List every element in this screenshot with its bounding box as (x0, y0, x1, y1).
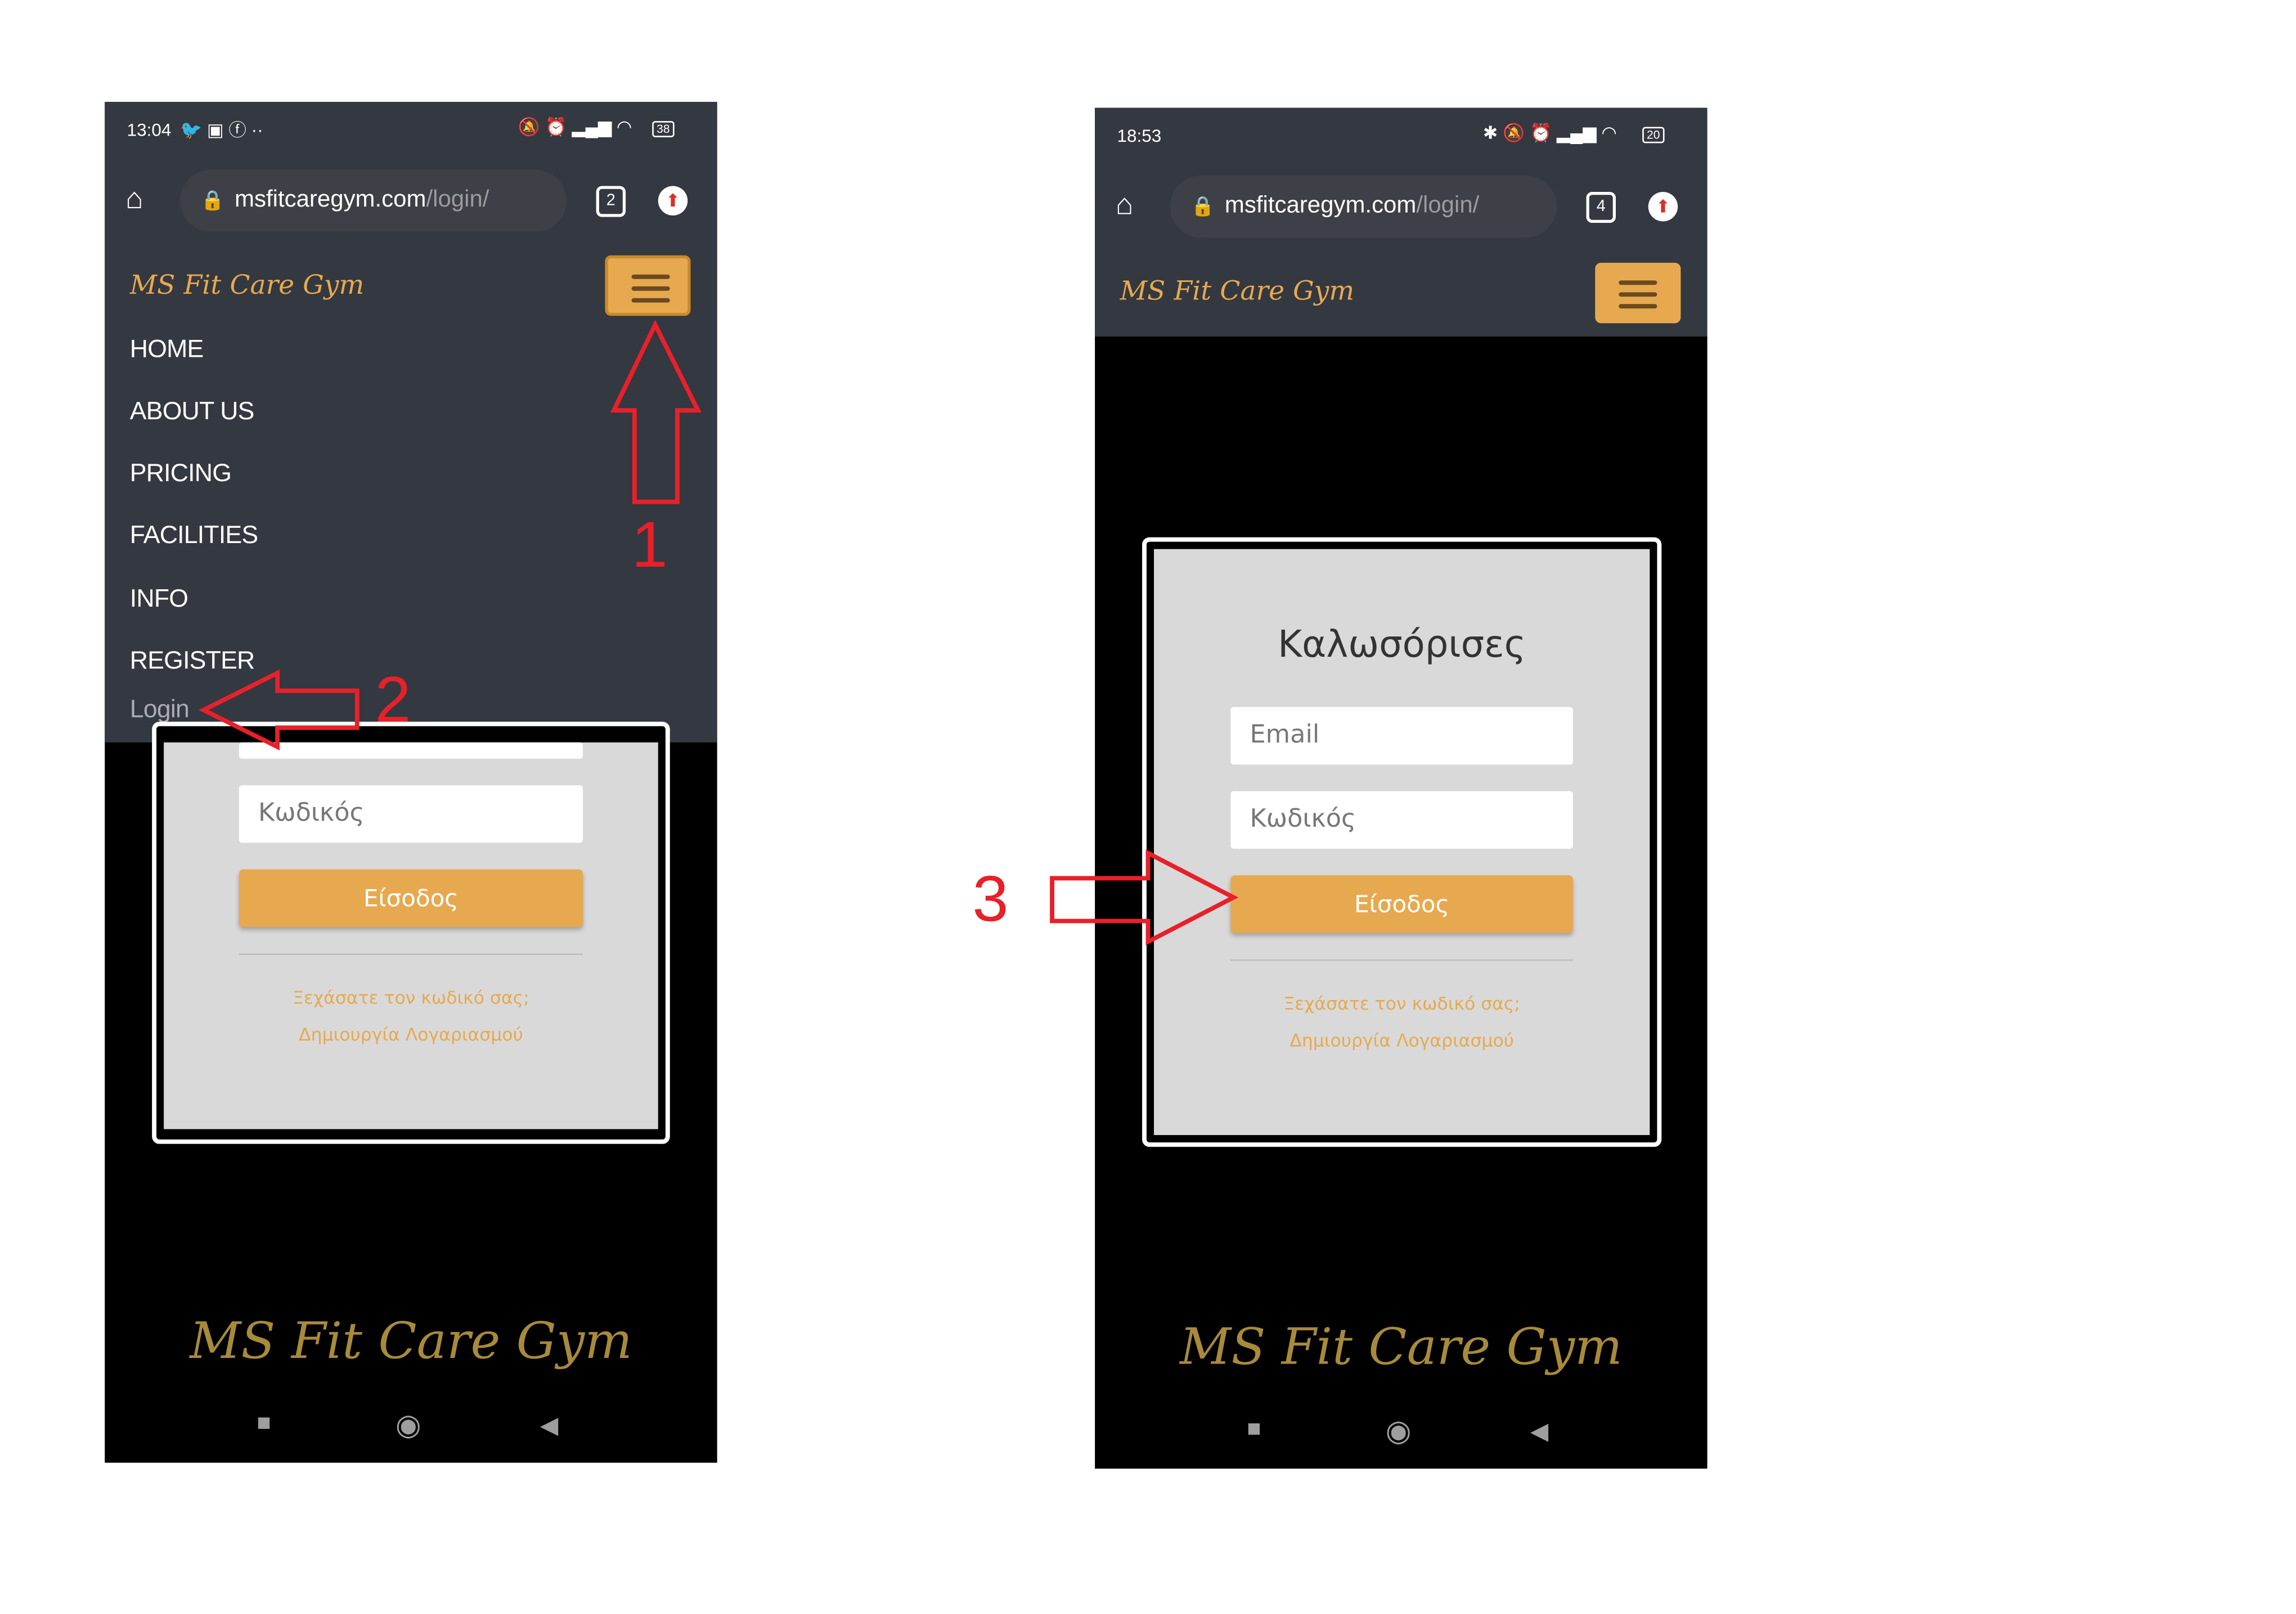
step-3-label: 3 (972, 863, 1009, 936)
arrow-1-shape (610, 320, 702, 504)
step-2-label: 2 (375, 664, 411, 737)
up-arrow-annotation (199, 320, 1239, 945)
arrow-2-shape (199, 669, 360, 751)
step-1-label: 1 (631, 509, 668, 582)
arrow-3-shape (1050, 849, 1239, 945)
